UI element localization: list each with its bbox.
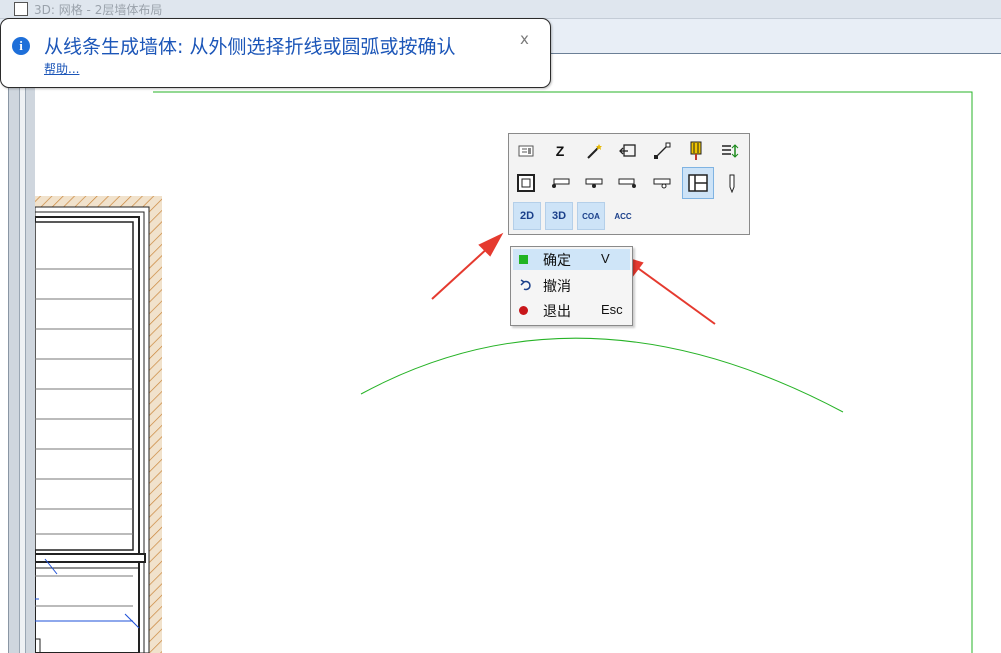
red-dot-icon — [519, 306, 528, 315]
frame-icon[interactable] — [512, 169, 540, 197]
menu-item-undo[interactable]: 撤消 — [513, 275, 630, 296]
tooltip-message: 从线条生成墙体: 从外侧选择折线或圆弧或按确认 — [44, 36, 456, 58]
wall-middle-icon[interactable] — [580, 169, 608, 197]
wall-structure — [35, 196, 162, 653]
btn-2d[interactable]: 2D — [513, 202, 541, 230]
undo-arrow-icon — [519, 279, 531, 291]
menu-item-exit[interactable]: 退出 Esc — [513, 300, 630, 321]
guide-arc — [360, 337, 844, 413]
context-menu: 确定 V 撤消 退出 Esc — [510, 246, 633, 326]
title-strip: 3D: 网格 - 2层墙体布局 — [0, 0, 1001, 19]
split-panel-icon[interactable] — [682, 167, 714, 199]
menu-item-shortcut: V — [601, 251, 610, 266]
tool-panel: Z 2D 3D COA ACC — [508, 133, 750, 235]
btn-3d[interactable]: 3D — [545, 202, 573, 230]
btn-coa[interactable]: COA — [577, 202, 605, 230]
wall-offset-icon[interactable] — [648, 169, 676, 197]
menu-item-label: 撤消 — [543, 279, 571, 295]
menu-item-confirm[interactable]: 确定 V — [513, 249, 630, 270]
btn-acc[interactable]: ACC — [609, 202, 637, 230]
close-icon[interactable]: x — [520, 30, 529, 48]
return-icon[interactable] — [614, 137, 642, 165]
info-icon: i — [12, 37, 30, 55]
menu-item-shortcut: Esc — [601, 302, 623, 317]
pen-icon[interactable] — [718, 169, 746, 197]
line-icon[interactable] — [648, 137, 676, 165]
align-icon[interactable] — [716, 137, 744, 165]
menu-item-label: 确定 — [543, 253, 571, 269]
info-icon[interactable] — [512, 137, 540, 165]
tab-title: 3D: 网格 - 2层墙体布局 — [34, 3, 163, 17]
help-link[interactable]: 帮助... — [44, 60, 79, 77]
wall-right-icon[interactable] — [614, 169, 642, 197]
window-icon — [14, 2, 28, 16]
yellow-pin-icon[interactable] — [682, 137, 710, 165]
instruction-tooltip: i 从线条生成墙体: 从外侧选择折线或圆弧或按确认 帮助... x — [0, 18, 551, 88]
wall-left-icon[interactable] — [546, 169, 574, 197]
magic-wand-icon[interactable] — [580, 137, 608, 165]
z-icon[interactable]: Z — [546, 137, 574, 165]
menu-item-label: 退出 — [543, 304, 571, 320]
left-scroll-rail[interactable] — [8, 54, 36, 653]
green-square-icon — [519, 255, 528, 264]
scroll-track[interactable] — [19, 54, 26, 653]
